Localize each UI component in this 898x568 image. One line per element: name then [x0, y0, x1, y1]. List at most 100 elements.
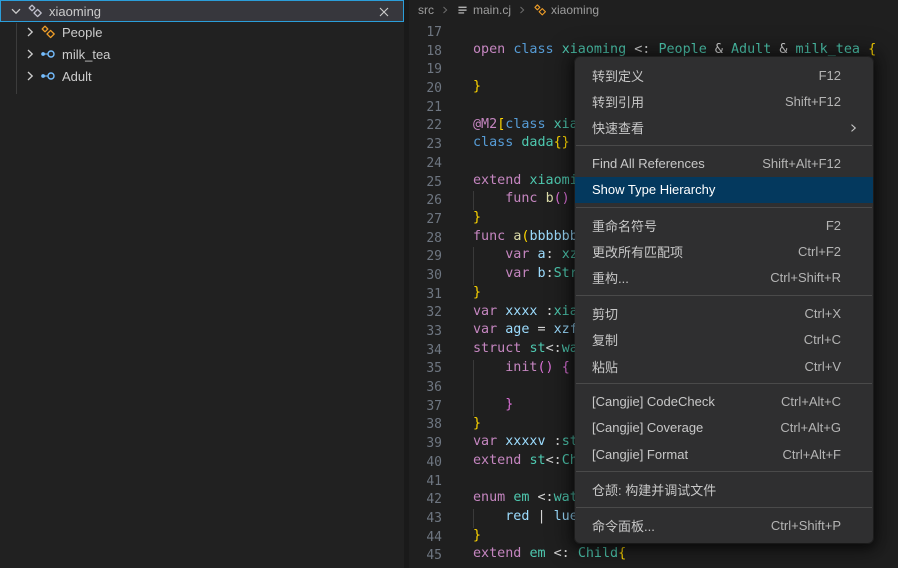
breadcrumb-label: main.cj: [473, 3, 511, 17]
tree-item-milk-tea[interactable]: milk_tea: [0, 43, 404, 65]
code-text[interactable]: }: [473, 79, 481, 98]
menu-item-cangjie-coverage[interactable]: [Cangjie] CoverageCtrl+Alt+G: [575, 415, 873, 441]
code-text[interactable]: }: [473, 528, 481, 547]
chevron-down-icon[interactable]: [8, 3, 24, 19]
breadcrumb-item-xiaoming[interactable]: xiaoming: [533, 3, 599, 17]
code-token: {: [868, 42, 876, 57]
menu-item-cut[interactable]: 剪切Ctrl+X: [575, 300, 873, 326]
code-text[interactable]: var xxxxv :st: [473, 434, 578, 453]
menu-item-peek[interactable]: 快速查看: [575, 115, 873, 141]
line-number: 28: [409, 231, 442, 246]
code-text[interactable]: func b(): [473, 191, 570, 210]
code-text[interactable]: extend xiaomi: [473, 173, 578, 192]
code-token: =: [529, 322, 553, 337]
code-token: dada: [521, 135, 553, 150]
menu-item-copy[interactable]: 复制Ctrl+C: [575, 327, 873, 353]
code-token: Adult: [731, 42, 771, 57]
menu-item-shortcut: Ctrl+Alt+C: [781, 394, 851, 409]
code-token: func: [505, 191, 545, 206]
menu-item-goto-references[interactable]: 转到引用Shift+F12: [575, 88, 873, 114]
code-token: |: [529, 509, 553, 524]
tree-item-people[interactable]: People: [0, 21, 404, 43]
code-line: 45extend em <: Child{: [409, 546, 898, 565]
menu-item-find-all-references[interactable]: Find All ReferencesShift+Alt+F12: [575, 150, 873, 176]
code-token: bbbbbb: [529, 229, 577, 244]
line-number: 27: [409, 212, 442, 227]
code-text[interactable]: }: [473, 285, 481, 304]
menu-item-label: [Cangjie] CodeCheck: [592, 394, 715, 409]
breadcrumb-item-main-cj[interactable]: main.cj: [456, 3, 511, 17]
menu-separator: [576, 207, 872, 208]
menu-item-label: 转到定义: [592, 66, 644, 85]
code-token: (): [538, 360, 562, 375]
code-token: b: [546, 191, 554, 206]
line-number: 24: [409, 156, 442, 171]
breadcrumb-separator-icon: [516, 4, 528, 16]
class-icon: [533, 3, 547, 17]
code-token: &: [771, 42, 795, 57]
code-token: <:: [546, 341, 562, 356]
line-number: 19: [409, 62, 442, 77]
code-text[interactable]: var a: xz: [473, 247, 578, 266]
menu-item-cangjie-format[interactable]: [Cangjie] FormatCtrl+Alt+F: [575, 441, 873, 467]
code-token: extend: [473, 546, 529, 561]
code-text[interactable]: class dada{}: [473, 135, 570, 154]
breadcrumb-label: xiaoming: [551, 3, 599, 17]
code-text[interactable]: struct st<:wa: [473, 341, 578, 360]
type-hierarchy-root-row[interactable]: xiaoming: [0, 0, 404, 22]
menu-item-cangjie-build-and-debug[interactable]: 仓颉: 构建并调试文件: [575, 476, 873, 502]
code-token: [473, 397, 505, 412]
line-number: 39: [409, 436, 442, 451]
menu-item-rename-symbol[interactable]: 重命名符号F2: [575, 212, 873, 238]
code-text[interactable]: var age = xzf: [473, 322, 578, 341]
code-token: :: [538, 304, 554, 319]
menu-item-paste[interactable]: 粘贴Ctrl+V: [575, 353, 873, 379]
code-token: init: [505, 360, 537, 375]
file-icon: [456, 4, 469, 17]
code-token: [473, 247, 505, 262]
menu-item-shortcut: Ctrl+C: [804, 332, 851, 347]
line-number: 20: [409, 81, 442, 96]
code-token: }: [473, 285, 481, 300]
menu-separator: [576, 383, 872, 384]
menu-item-label: [Cangjie] Coverage: [592, 420, 703, 435]
menu-separator: [576, 471, 872, 472]
code-token: xiaoming: [562, 42, 627, 57]
line-number: 21: [409, 100, 442, 115]
menu-item-command-palette[interactable]: 命令面板...Ctrl+Shift+P: [575, 512, 873, 538]
code-text[interactable]: var xxxx :xia: [473, 304, 578, 323]
breadcrumb: src main.cj xiaoming: [409, 0, 898, 20]
code-text[interactable]: }: [473, 397, 513, 416]
code-text[interactable]: }: [473, 210, 481, 229]
menu-item-label: 快速查看: [592, 118, 644, 137]
line-number: 35: [409, 361, 442, 376]
code-token: :: [546, 266, 554, 281]
menu-item-cangjie-codecheck[interactable]: [Cangjie] CodeCheck Ctrl+Alt+C: [575, 388, 873, 414]
breadcrumb-item-src[interactable]: src: [418, 3, 434, 17]
code-token: :: [546, 434, 562, 449]
code-text[interactable]: func a(bbbbbb: [473, 229, 578, 248]
menu-item-goto-definition[interactable]: 转到定义F12: [575, 62, 873, 88]
tree-item-label: Adult: [62, 69, 92, 84]
chevron-right-icon[interactable]: [22, 24, 38, 40]
chevron-right-icon[interactable]: [22, 46, 38, 62]
line-number: 32: [409, 305, 442, 320]
line-number: 22: [409, 118, 442, 133]
code-text[interactable]: red | lue: [473, 509, 578, 528]
menu-item-change-all-occurrences[interactable]: 更改所有匹配项Ctrl+F2: [575, 238, 873, 264]
context-menu: 转到定义F12转到引用Shift+F12 快速查看 Find All Referen…: [575, 57, 873, 543]
code-token: var: [505, 247, 537, 262]
close-icon[interactable]: [376, 4, 392, 20]
code-token: struct: [473, 341, 529, 356]
code-text[interactable]: init() {: [473, 360, 570, 379]
menu-item-refactor[interactable]: 重构...Ctrl+Shift+R: [575, 265, 873, 291]
code-text[interactable]: extend st<:Ch: [473, 453, 578, 472]
chevron-right-icon[interactable]: [22, 68, 38, 84]
code-text[interactable]: var b:Str: [473, 266, 578, 285]
code-text[interactable]: }: [473, 416, 481, 435]
code-text[interactable]: @M2[class xia: [473, 117, 578, 136]
tree-item-adult[interactable]: Adult: [0, 65, 404, 87]
menu-item-show-type-hierarchy[interactable]: Show Type Hierarchy: [575, 177, 873, 203]
code-text[interactable]: extend em <: Child{: [473, 546, 626, 565]
code-text[interactable]: enum em <:wat: [473, 490, 578, 509]
